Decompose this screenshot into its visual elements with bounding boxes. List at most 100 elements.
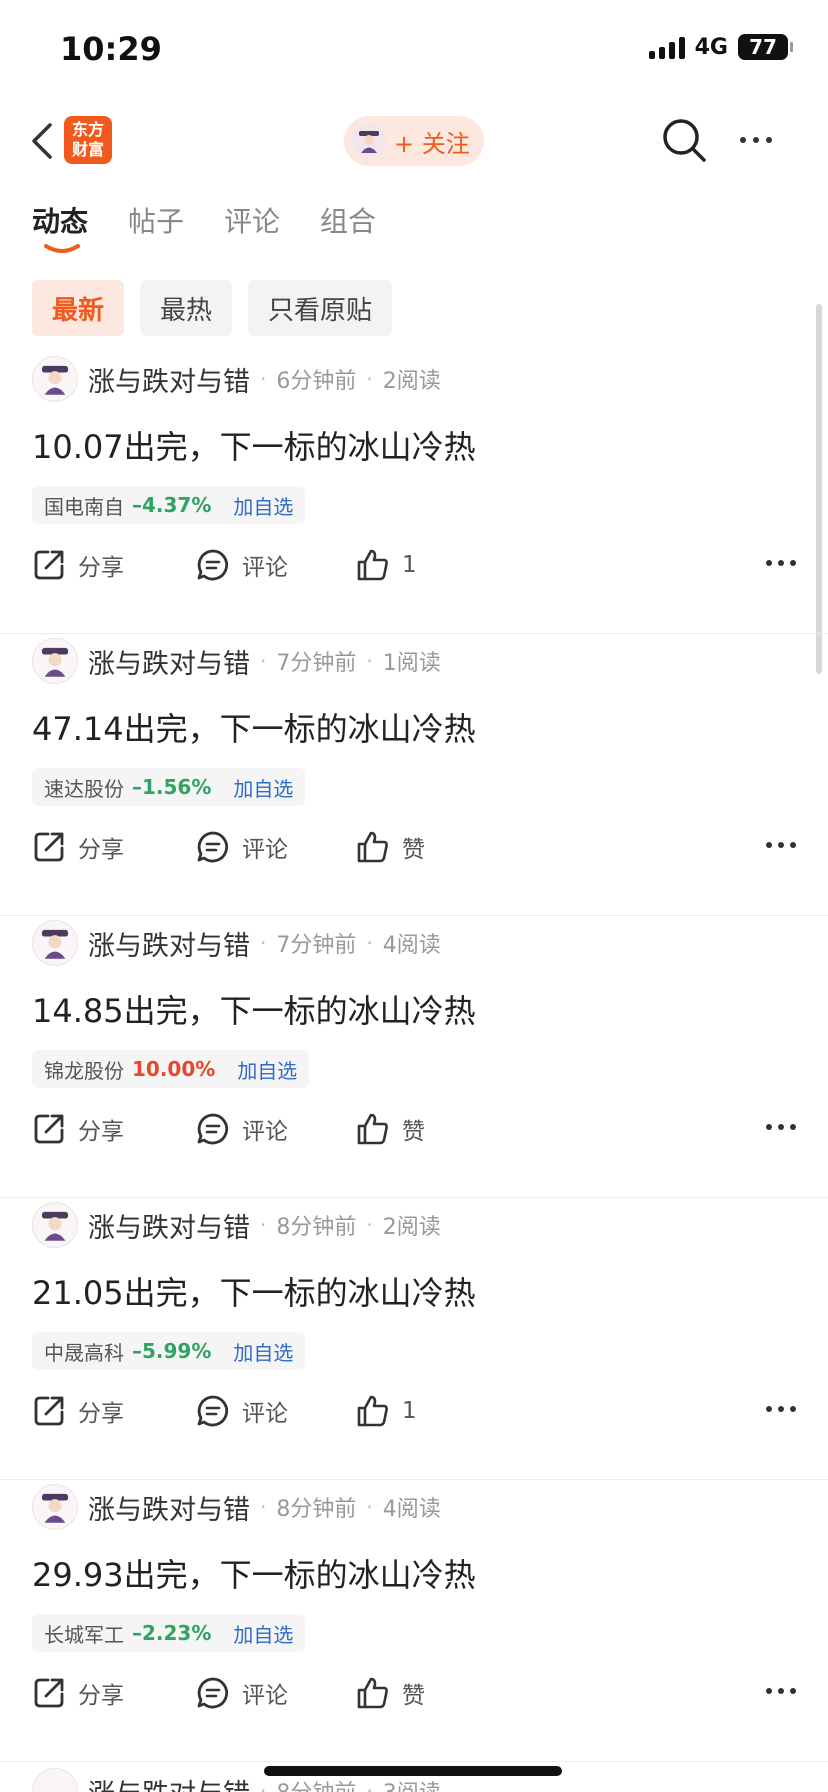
post-actions: 分享 评论 赞 <box>32 1676 796 1720</box>
stock-name: 速达股份 <box>44 776 124 801</box>
meta-separator: · <box>260 1213 267 1237</box>
avatar[interactable] <box>32 1202 78 1248</box>
cellular-signal-icon <box>648 35 685 59</box>
back-button[interactable] <box>22 116 62 166</box>
filter-original-only[interactable]: 只看原贴 <box>248 280 393 336</box>
like-button[interactable]: 1 <box>356 548 417 582</box>
read-count: 2阅读 <box>382 369 441 394</box>
avatar[interactable] <box>32 1484 78 1530</box>
comment-icon <box>197 1677 229 1709</box>
like-count: 赞 <box>402 837 425 863</box>
search-button[interactable] <box>660 116 708 164</box>
post-header: 涨与跌对与错 · 7分钟前 · 1阅读 <box>32 638 441 684</box>
comment-label: 评论 <box>242 1683 288 1709</box>
author-name[interactable]: 涨与跌对与错 <box>88 642 250 681</box>
post-more-button[interactable] <box>766 1406 796 1412</box>
avatar[interactable] <box>32 1768 78 1792</box>
home-indicator[interactable] <box>264 1766 562 1776</box>
add-to-watchlist-button[interactable]: 加自选 <box>233 1619 293 1648</box>
share-button[interactable]: 分享 <box>32 830 124 864</box>
author-name[interactable]: 涨与跌对与错 <box>88 924 250 963</box>
stock-name: 长城军工 <box>44 1622 124 1647</box>
tab-active-indicator <box>44 244 80 253</box>
list-item[interactable]: 涨与跌对与错 · 6分钟前 · 2阅读 10.07出完，下一标的冰山冷热 国电南… <box>0 352 828 634</box>
post-actions: 分享 评论 1 <box>32 548 796 592</box>
list-item[interactable]: 涨与跌对与错 · 7分钟前 · 1阅读 47.14出完，下一标的冰山冷热 速达股… <box>0 634 828 916</box>
add-to-watchlist-button[interactable]: 加自选 <box>233 491 293 520</box>
tab-dynamics[interactable]: 动态 <box>32 200 88 260</box>
status-time: 10:29 <box>60 30 162 68</box>
post-time: 7分钟前 <box>276 933 357 958</box>
tab-comments[interactable]: 评论 <box>224 200 280 260</box>
read-count: 3阅读 <box>383 1775 441 1792</box>
stock-tag[interactable]: 锦龙股份 10.00% 加自选 <box>32 1050 310 1088</box>
like-button[interactable]: 1 <box>356 1394 417 1428</box>
meta-separator: · <box>366 931 373 955</box>
filter-hottest[interactable]: 最热 <box>140 280 233 336</box>
author-name[interactable]: 涨与跌对与错 <box>88 1488 250 1527</box>
tab-posts[interactable]: 帖子 <box>128 200 184 260</box>
post-time: 8分钟前 <box>276 1775 356 1792</box>
stock-tag[interactable]: 长城军工 –2.23% 加自选 <box>32 1614 306 1652</box>
comment-button[interactable]: 评论 <box>196 830 288 864</box>
filter-latest[interactable]: 最新 <box>32 280 125 336</box>
post-title[interactable]: 47.14出完，下一标的冰山冷热 <box>32 704 476 750</box>
post-title[interactable]: 29.93出完，下一标的冰山冷热 <box>32 1550 476 1596</box>
post-title[interactable]: 21.05出完，下一标的冰山冷热 <box>32 1268 476 1314</box>
add-to-watchlist-button[interactable]: 加自选 <box>233 773 293 802</box>
add-to-watchlist-button[interactable]: 加自选 <box>237 1055 297 1084</box>
meta-separator: · <box>260 1779 267 1792</box>
like-button[interactable]: 赞 <box>356 1676 425 1710</box>
stock-tag[interactable]: 速达股份 –1.56% 加自选 <box>32 768 306 806</box>
author-name[interactable]: 涨与跌对与错 <box>88 1772 250 1792</box>
chevron-left-icon <box>32 123 52 159</box>
post-more-button[interactable] <box>766 1124 796 1130</box>
share-label: 分享 <box>78 1683 124 1709</box>
follow-button[interactable]: + 关注 <box>344 116 484 166</box>
post-title[interactable]: 10.07出完，下一标的冰山冷热 <box>32 422 476 468</box>
author-name[interactable]: 涨与跌对与错 <box>88 360 250 399</box>
post-more-button[interactable] <box>766 560 796 566</box>
avatar[interactable] <box>32 920 78 966</box>
stock-tag[interactable]: 中晟高科 –5.99% 加自选 <box>32 1332 306 1370</box>
follow-label: + 关注 <box>394 129 470 158</box>
share-button[interactable]: 分享 <box>32 1112 124 1146</box>
comment-button[interactable]: 评论 <box>196 1676 288 1710</box>
comment-button[interactable]: 评论 <box>196 1394 288 1428</box>
comment-button[interactable]: 评论 <box>196 548 288 582</box>
add-to-watchlist-button[interactable]: 加自选 <box>233 1337 293 1366</box>
post-more-button[interactable] <box>766 842 796 848</box>
avatar[interactable] <box>32 638 78 684</box>
like-count: 赞 <box>402 1683 425 1709</box>
like-button[interactable]: 赞 <box>356 830 425 864</box>
share-button[interactable]: 分享 <box>32 548 124 582</box>
network-type: 4G <box>694 34 728 60</box>
filter-chips: 最新 最热 只看原贴 <box>32 280 393 336</box>
like-button[interactable]: 赞 <box>356 1112 425 1146</box>
comment-icon <box>197 1113 229 1145</box>
comment-button[interactable]: 评论 <box>196 1112 288 1146</box>
avatar[interactable] <box>32 356 78 402</box>
share-button[interactable]: 分享 <box>32 1676 124 1710</box>
post-header: 涨与跌对与错 · 8分钟前 · 2阅读 <box>32 1202 441 1248</box>
comment-icon <box>197 549 229 581</box>
post-time: 8分钟前 <box>276 1497 357 1522</box>
post-more-button[interactable] <box>766 1688 796 1694</box>
list-item[interactable]: 涨与跌对与错 · 8分钟前 · 2阅读 21.05出完，下一标的冰山冷热 中晟高… <box>0 1198 828 1480</box>
list-item[interactable]: 涨与跌对与错 · 8分钟前 · 4阅读 29.93出完，下一标的冰山冷热 长城军… <box>0 1480 828 1762</box>
author-name[interactable]: 涨与跌对与错 <box>88 1206 250 1245</box>
read-count: 4阅读 <box>382 933 441 958</box>
tab-label: 组合 <box>320 205 377 238</box>
more-options-button[interactable] <box>732 122 780 158</box>
app-logo[interactable]: 东方 财富 <box>64 116 112 164</box>
comment-icon <box>197 831 229 863</box>
share-label: 分享 <box>78 837 124 863</box>
more-dot-icon <box>766 1688 772 1694</box>
tab-portfolio[interactable]: 组合 <box>320 200 376 260</box>
list-item[interactable]: 涨与跌对与错 · 7分钟前 · 4阅读 14.85出完，下一标的冰山冷热 锦龙股… <box>0 916 828 1198</box>
tab-label: 帖子 <box>128 205 185 238</box>
post-title[interactable]: 14.85出完，下一标的冰山冷热 <box>32 986 476 1032</box>
stock-tag[interactable]: 国电南自 –4.37% 加自选 <box>32 486 306 524</box>
more-dot-icon <box>778 1124 784 1130</box>
share-button[interactable]: 分享 <box>32 1394 124 1428</box>
